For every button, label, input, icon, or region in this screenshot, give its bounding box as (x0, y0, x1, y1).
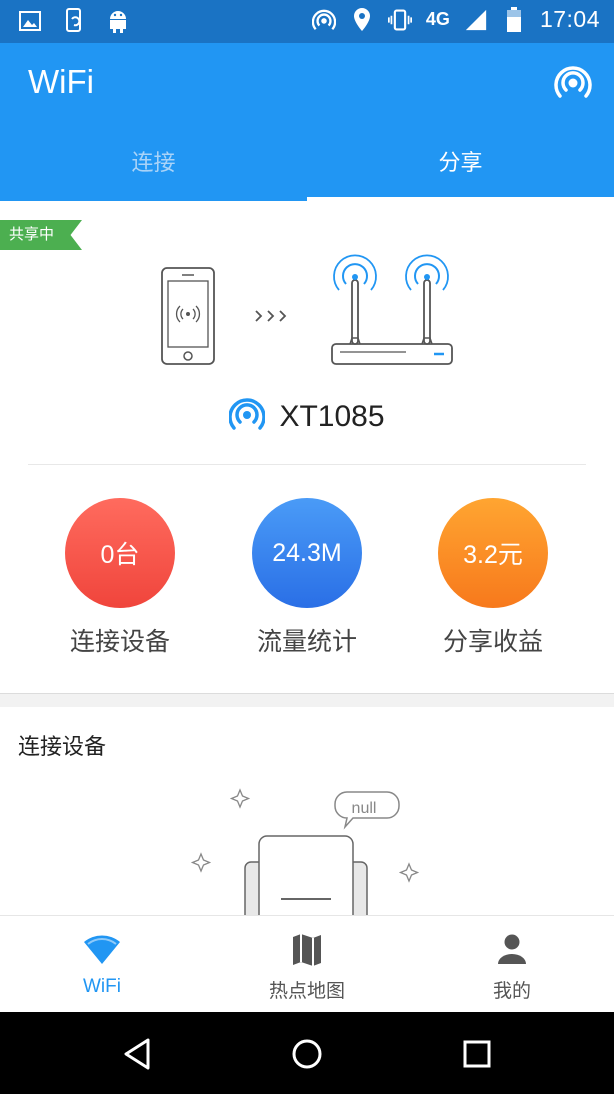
nav-wifi[interactable]: WiFi (0, 916, 204, 1013)
stat-connected-devices[interactable]: 0台 连接设备 (40, 498, 200, 658)
recents-icon[interactable] (457, 1034, 497, 1074)
image-icon (18, 8, 42, 34)
android-icon (106, 8, 130, 34)
stat-label: 流量统计 (256, 628, 357, 656)
hotspot-icon (228, 397, 267, 436)
nav-label: 我的 (492, 981, 531, 1002)
sharing-status-badge: 共享中 (0, 220, 82, 250)
status-bar: 4G 17:04 (0, 0, 614, 43)
phone-icon (161, 267, 215, 365)
map-icon (293, 934, 321, 966)
tab-share[interactable]: 分享 (307, 143, 614, 201)
hotspot-icon (311, 7, 336, 33)
tab-bar: 连接 分享 (0, 143, 614, 201)
phone-rotate-icon (62, 8, 86, 34)
network-type: 4G (425, 9, 450, 29)
system-navigation-bar (0, 1012, 614, 1094)
wifi-icon (84, 935, 120, 964)
battery-icon (502, 6, 526, 33)
router-icon (331, 254, 453, 365)
app-title: WiFi (28, 63, 94, 100)
phone-to-router-illustration (161, 254, 453, 365)
stat-label: 连接设备 (69, 628, 170, 656)
app-bar: WiFi 连接 分享 (0, 43, 614, 201)
ssid-row: XT1085 (0, 397, 614, 436)
stat-circle: 3.2元 (438, 498, 548, 608)
nav-label: WiFi (83, 976, 121, 997)
bottom-navigation: WiFi 热点地图 我的 (0, 915, 614, 1012)
home-icon[interactable] (287, 1034, 327, 1074)
share-card: 共享中 XT1085 0台 连接设备 24.3M 流量统计 3.2元 分享收益 (0, 201, 614, 693)
location-icon (350, 7, 374, 33)
stat-earnings[interactable]: 3.2元 分享收益 (413, 498, 573, 658)
ssid-name: XT1085 (279, 399, 385, 433)
clock: 17:04 (539, 6, 600, 32)
arrows-icon (255, 310, 287, 322)
divider (28, 464, 586, 465)
person-icon (498, 934, 526, 964)
hotspot-icon[interactable] (554, 63, 592, 101)
stat-traffic[interactable]: 24.3M 流量统计 (227, 498, 387, 658)
signal-icon (464, 7, 488, 33)
stat-label: 分享收益 (442, 628, 543, 656)
connected-devices-section: 连接设备 null (0, 707, 614, 915)
nav-hotspot-map[interactable]: 热点地图 (205, 916, 409, 1013)
empty-state-illustration: null (190, 788, 420, 915)
stat-circle: 24.3M (252, 498, 362, 608)
section-separator (0, 693, 614, 707)
tab-connect[interactable]: 连接 (0, 143, 307, 201)
vibrate-icon (387, 7, 412, 33)
nav-me[interactable]: 我的 (410, 916, 614, 1013)
empty-bubble-text: null (352, 800, 377, 817)
stat-circle: 0台 (65, 498, 175, 608)
back-icon[interactable] (118, 1034, 158, 1074)
section-title: 连接设备 (18, 734, 107, 759)
nav-label: 热点地图 (268, 981, 345, 1002)
